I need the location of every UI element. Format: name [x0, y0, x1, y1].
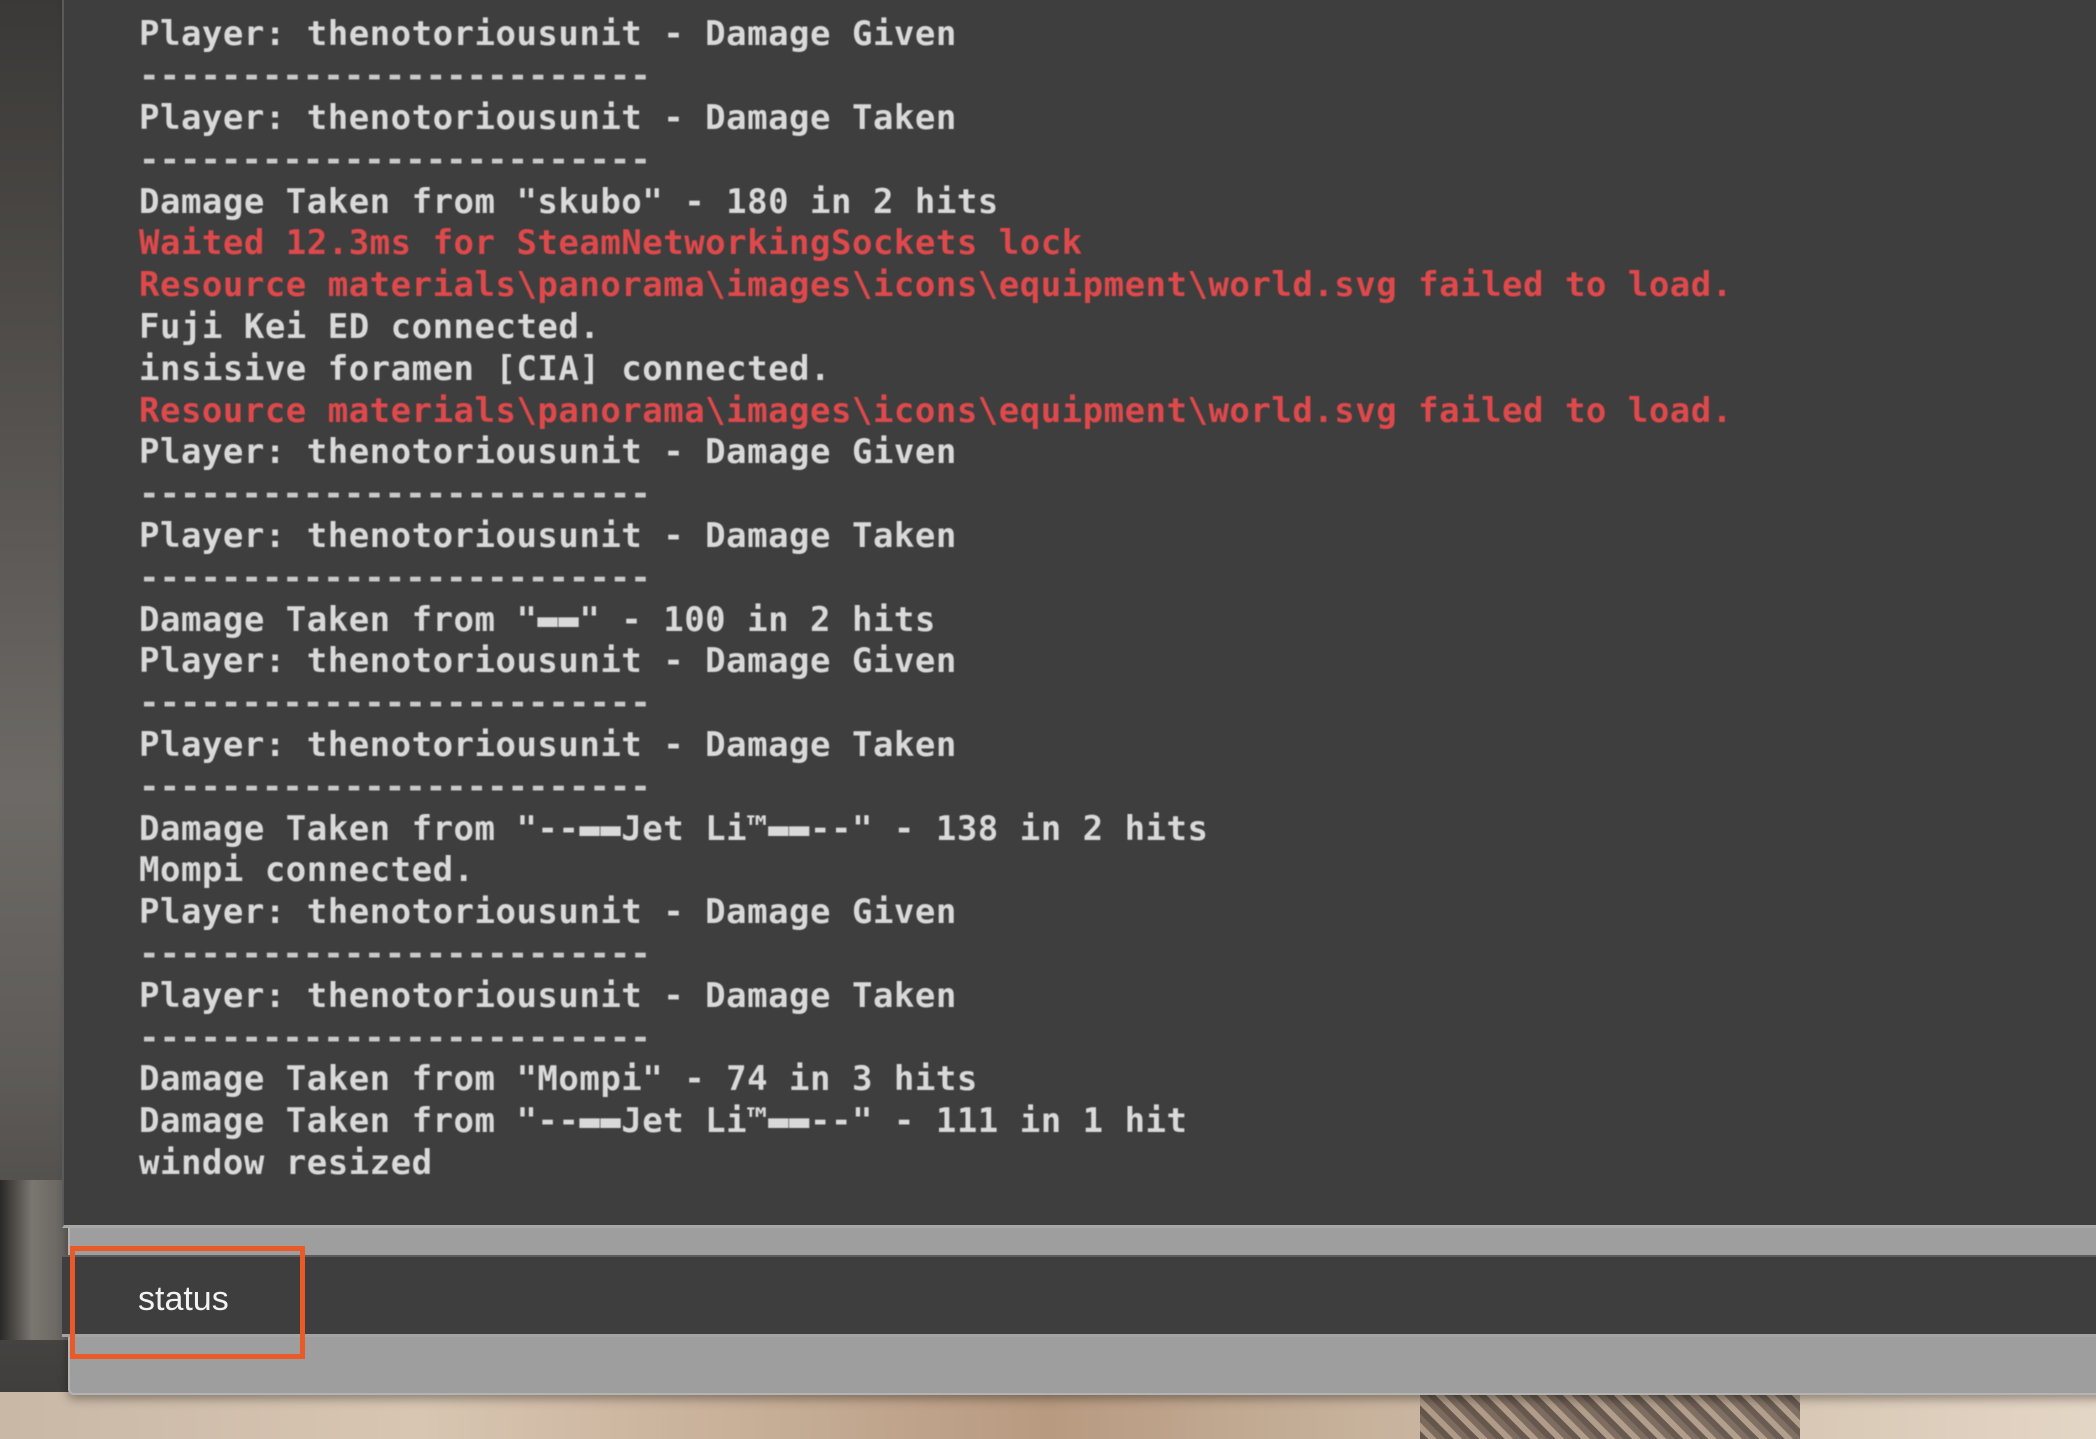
console-log-line: Player: thenotoriousunit - Damage Taken [139, 724, 957, 765]
console-error-line: Resource materials\panorama\images\icons… [139, 390, 1733, 431]
console-separator-line: ------------------------- [139, 56, 651, 97]
console-log-line: Player: thenotoriousunit - Damage Taken [139, 515, 957, 556]
console-log-line: Damage Taken from "--▬▬Jet Li™▬▬--" - 11… [139, 1101, 1188, 1142]
console-log-line: Damage Taken from "Mompi" - 74 in 3 hits [139, 1059, 978, 1100]
console-separator-line: ------------------------- [139, 766, 651, 807]
console-log-line: Player: thenotoriousunit - Damage Taken [139, 975, 957, 1016]
console-separator-line: ------------------------- [139, 933, 651, 974]
console-command-text: status [138, 1280, 229, 1318]
console-log-line: Damage Taken from "▬▬" - 100 in 2 hits [139, 599, 936, 640]
console-log-line: Fuji Kei ED connected. [139, 306, 601, 347]
console-separator-line: ------------------------- [139, 139, 651, 180]
console-log-line: Damage Taken from "skubo" - 180 in 2 hit… [139, 181, 999, 222]
console-log-line: Mompi connected. [139, 850, 475, 891]
console-separator-line: ------------------------- [139, 683, 651, 724]
console-error-line: Resource materials\panorama\images\icons… [139, 265, 1733, 306]
console-input-bar[interactable] [62, 1255, 2096, 1337]
console-separator-line: ------------------------- [139, 474, 651, 515]
console-log-line: Player: thenotoriousunit - Damage Given [139, 432, 957, 473]
console-separator-line: ------------------------- [139, 557, 651, 598]
console-log-line: Player: thenotoriousunit - Damage Given [139, 14, 957, 55]
console-log-line: window resized [139, 1142, 433, 1183]
console-log-line: Damage Taken from "--▬▬Jet Li™▬▬--" - 13… [139, 808, 1209, 849]
console-log-line: Player: thenotoriousunit - Damage Given [139, 892, 957, 933]
game-scene: Player: thenotoriousunit - Damage Given -… [0, 0, 2096, 1439]
console-log-line: insisive foramen [CIA] connected. [139, 348, 832, 389]
game-world-background-bottom [0, 1392, 2096, 1439]
console-error-line: Waited 12.3ms for SteamNetworkingSockets… [139, 223, 1083, 264]
console-command-input[interactable] [70, 1263, 2070, 1331]
console-output-panel: Player: thenotoriousunit - Damage Given -… [62, 0, 2096, 1228]
console-separator-line: ------------------------- [139, 1017, 651, 1058]
console-log: Player: thenotoriousunit - Damage Given -… [139, 14, 1733, 1184]
console-log-line: Player: thenotoriousunit - Damage Taken [139, 97, 957, 138]
console-log-line: Player: thenotoriousunit - Damage Given [139, 641, 957, 682]
